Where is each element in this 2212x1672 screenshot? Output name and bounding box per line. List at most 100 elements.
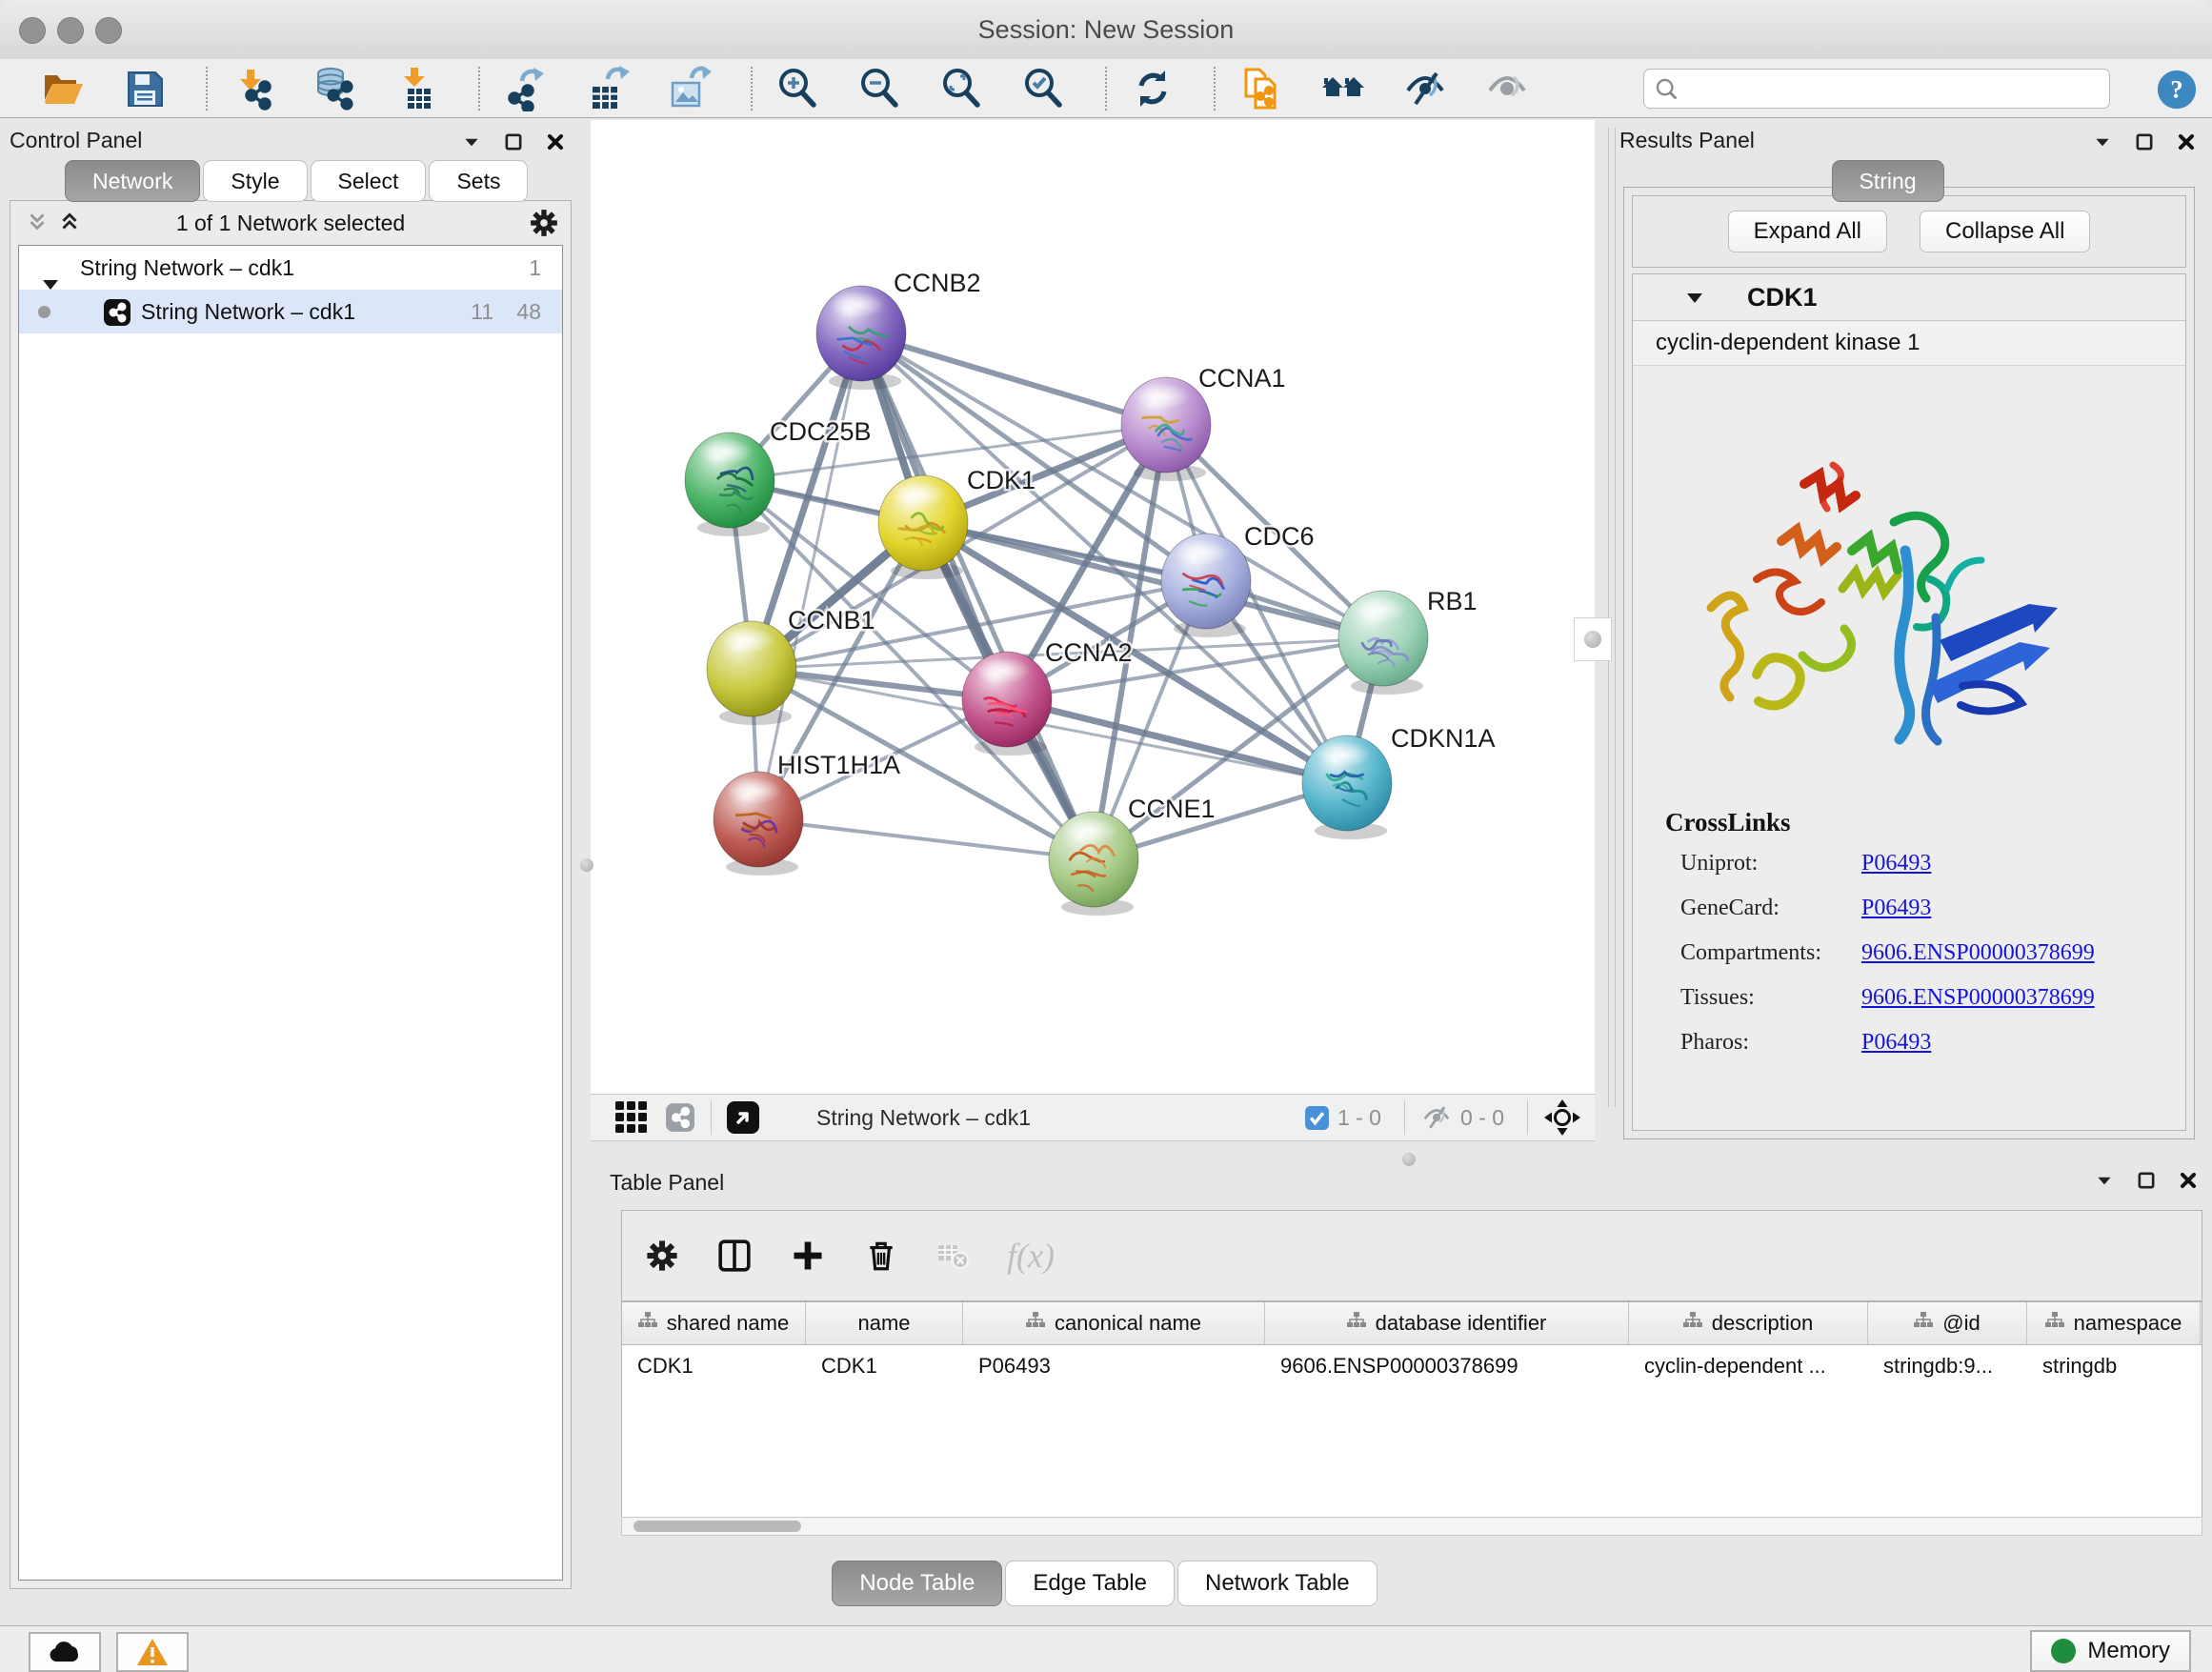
network-node-CCNB2[interactable]: CCNB2 xyxy=(816,269,981,390)
tab-node-table[interactable]: Node Table xyxy=(832,1561,1002,1606)
crosslink-link[interactable]: 9606.ENSP00000378699 xyxy=(1861,940,2095,966)
save-session-icon[interactable] xyxy=(120,64,170,113)
birdseye-view-icon[interactable] xyxy=(1543,1098,1581,1137)
table-splitter-grip[interactable] xyxy=(1397,1149,1421,1170)
column-header--id[interactable]: @id xyxy=(1868,1302,2027,1344)
network-node-CDKN1A[interactable]: CDKN1A xyxy=(1302,724,1496,839)
tab-network-table[interactable]: Network Table xyxy=(1177,1561,1377,1606)
select-columns-icon[interactable] xyxy=(717,1239,752,1273)
first-neighbors-icon[interactable] xyxy=(1318,64,1368,113)
selected-checkbox-icon[interactable] xyxy=(1304,1105,1330,1131)
table-cell[interactable]: stringdb xyxy=(2027,1345,2201,1387)
expand-all-button[interactable]: Expand All xyxy=(1728,211,1887,252)
zoom-in-icon[interactable] xyxy=(774,64,823,113)
network-tree: String Network – cdk1 1 String Network –… xyxy=(18,245,563,1581)
gene-caret-icon[interactable] xyxy=(1686,292,1703,310)
control-splitter-grip[interactable] xyxy=(573,846,600,884)
close-results-icon[interactable] xyxy=(2176,131,2197,152)
zoom-fit-content-icon[interactable] xyxy=(937,64,987,113)
network-row[interactable]: String Network – cdk1 11 48 xyxy=(19,290,562,333)
tab-network[interactable]: Network xyxy=(65,160,200,202)
tab-sets[interactable]: Sets xyxy=(429,160,528,202)
grid-view-icon[interactable] xyxy=(615,1101,648,1134)
float-panel-icon[interactable] xyxy=(461,131,482,152)
cloud-status-button[interactable] xyxy=(29,1632,101,1672)
table-settings-icon[interactable] xyxy=(645,1239,679,1273)
hide-selected-icon[interactable] xyxy=(1400,64,1450,113)
detach-view-icon[interactable] xyxy=(727,1101,759,1134)
table-cell[interactable]: 9606.ENSP00000378699 xyxy=(1265,1345,1629,1387)
collapse-all-button[interactable]: Collapse All xyxy=(1920,211,2090,252)
column-header-canonical-name[interactable]: canonical name xyxy=(963,1302,1265,1344)
float-results-icon[interactable] xyxy=(2092,131,2113,152)
results-panel-title: Results Panel xyxy=(1619,128,1755,152)
tab-select[interactable]: Select xyxy=(311,160,427,202)
crosslink-link[interactable]: P06493 xyxy=(1861,851,1931,876)
network-graph[interactable]: CCNB2CCNA1CDC25BCDK1CDC6RB1CCNB1CCNA2CDK… xyxy=(591,120,1595,1094)
export-network-icon[interactable] xyxy=(501,64,551,113)
column-header-name[interactable]: name xyxy=(806,1302,963,1344)
tab-style[interactable]: Style xyxy=(203,160,307,202)
network-node-HIST1H1A[interactable]: HIST1H1A xyxy=(714,751,900,876)
network-node-CDK1[interactable]: CDK1 xyxy=(878,466,1036,579)
network-view-icon[interactable] xyxy=(665,1102,695,1133)
crosslink-label: Compartments: xyxy=(1665,940,1861,966)
network-collection-row[interactable]: String Network – cdk1 1 xyxy=(19,246,562,290)
memory-button[interactable]: Memory xyxy=(2030,1630,2191,1672)
node-label-CDK1: CDK1 xyxy=(967,466,1036,494)
crosslink-row: GeneCard:P06493 xyxy=(1665,896,2166,921)
column-header-shared-name[interactable]: shared name xyxy=(622,1302,806,1344)
warning-status-button[interactable] xyxy=(116,1632,189,1672)
dock-table-icon[interactable] xyxy=(2136,1170,2157,1191)
tab-edge-table[interactable]: Edge Table xyxy=(1005,1561,1175,1606)
table-horizontal-scrollbar[interactable] xyxy=(621,1517,2202,1536)
dock-results-icon[interactable] xyxy=(2134,131,2155,152)
network-selected-status: 1 of 1 Network selected xyxy=(10,201,571,245)
open-session-icon[interactable] xyxy=(38,64,88,113)
export-table-icon[interactable] xyxy=(583,64,633,113)
network-node-RB1[interactable]: RB1 xyxy=(1338,587,1478,695)
duplicate-network-icon[interactable] xyxy=(1237,64,1286,113)
export-image-icon[interactable] xyxy=(665,64,714,113)
zoom-out-icon[interactable] xyxy=(855,64,905,113)
network-options-gear-icon[interactable] xyxy=(529,208,559,243)
show-all-icon[interactable] xyxy=(1482,64,1532,113)
hidden-count: 0 - 0 xyxy=(1460,1105,1504,1131)
float-table-icon[interactable] xyxy=(2094,1170,2115,1191)
results-splitter-grip[interactable] xyxy=(1574,617,1612,661)
delete-columns-icon[interactable] xyxy=(864,1239,898,1273)
column-header-database-identifier[interactable]: database identifier xyxy=(1265,1302,1629,1344)
close-panel-icon[interactable] xyxy=(545,131,566,152)
svg-text:?: ? xyxy=(2170,75,2182,104)
table-cell[interactable]: stringdb:9... xyxy=(1868,1345,2027,1387)
update-network-icon[interactable] xyxy=(1128,64,1177,113)
close-table-icon[interactable] xyxy=(2178,1170,2199,1191)
import-network-icon[interactable] xyxy=(229,64,278,113)
dock-panel-icon[interactable] xyxy=(503,131,524,152)
table-cell[interactable]: cyclin-dependent ... xyxy=(1629,1345,1868,1387)
title-bar: Session: New Session xyxy=(0,0,2212,60)
network-node-CDC6[interactable]: CDC6 xyxy=(1161,522,1315,637)
scrollbar-thumb[interactable] xyxy=(633,1521,801,1532)
import-table-icon[interactable] xyxy=(392,64,442,113)
crosslink-link[interactable]: P06493 xyxy=(1861,1030,1931,1056)
search-input[interactable] xyxy=(1643,69,2110,109)
window-title: Session: New Session xyxy=(0,0,2212,59)
protein-structure-image xyxy=(1690,436,2071,784)
node-label-CCNB1: CCNB1 xyxy=(788,606,875,635)
import-network-from-database-icon[interactable] xyxy=(311,64,360,113)
network-canvas[interactable]: CCNB2CCNA1CDC25BCDK1CDC6RB1CCNB1CCNA2CDK… xyxy=(591,120,1595,1094)
column-header-description[interactable]: description xyxy=(1629,1302,1868,1344)
table-cell[interactable]: P06493 xyxy=(963,1345,1265,1387)
table-row[interactable]: CDK1CDK1P064939606.ENSP00000378699cyclin… xyxy=(622,1345,2202,1387)
zoom-selected-icon[interactable] xyxy=(1019,64,1069,113)
crosslink-link[interactable]: 9606.ENSP00000378699 xyxy=(1861,985,2095,1011)
crosslink-link[interactable]: P06493 xyxy=(1861,896,1931,921)
tab-string[interactable]: String xyxy=(1831,160,1943,202)
column-header-namespace[interactable]: namespace xyxy=(2027,1302,2201,1344)
table-cell[interactable]: CDK1 xyxy=(622,1345,806,1387)
toolbar-separator xyxy=(206,67,208,111)
table-cell[interactable]: CDK1 xyxy=(806,1345,963,1387)
create-column-icon[interactable] xyxy=(790,1238,826,1274)
help-icon[interactable]: ? xyxy=(2155,68,2199,111)
